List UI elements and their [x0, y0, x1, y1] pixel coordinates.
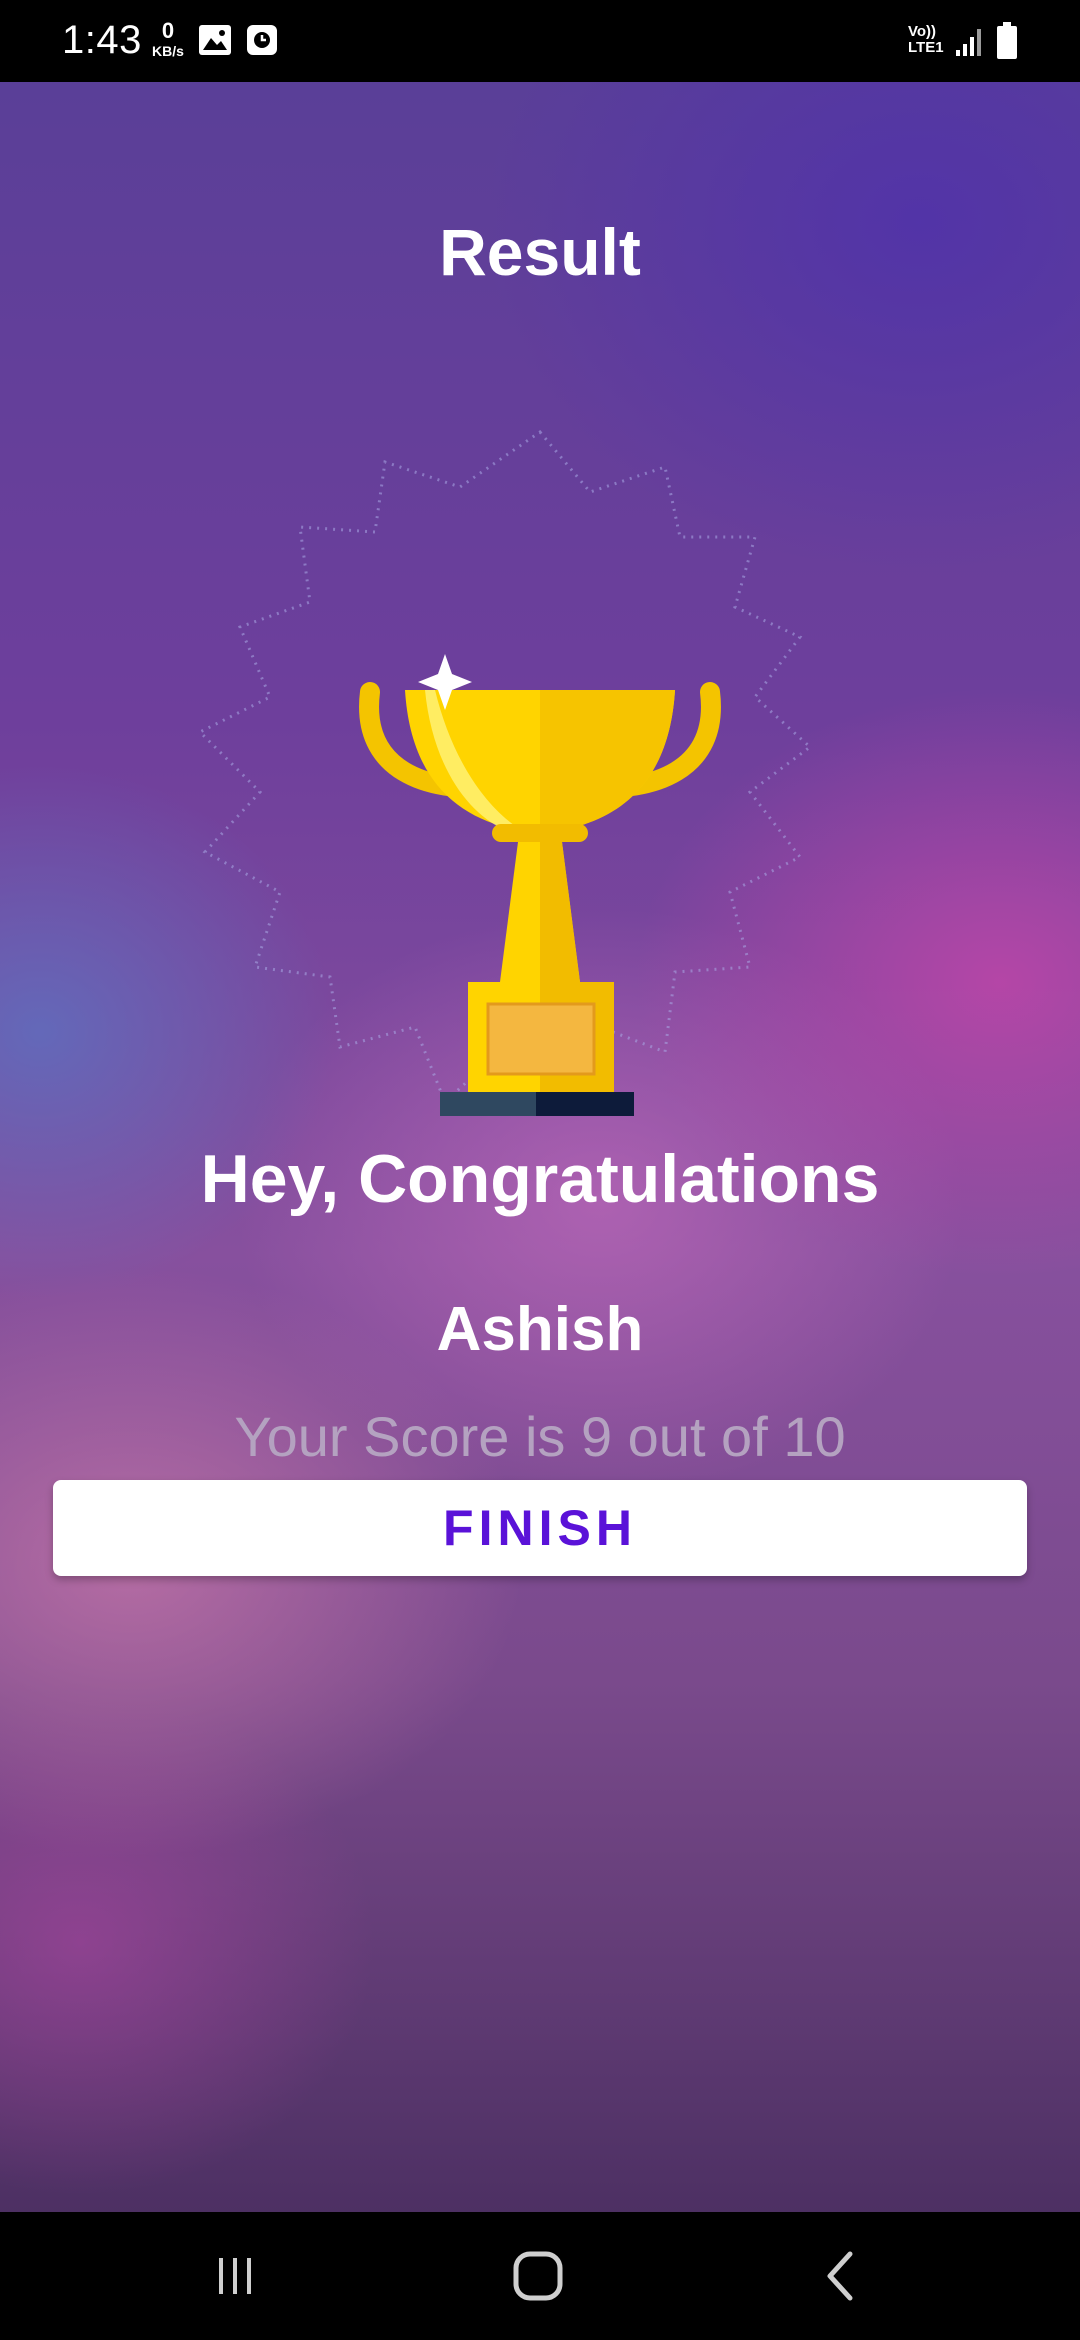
network-speed-value: 0: [161, 18, 175, 43]
recents-icon: [219, 2258, 251, 2294]
network-speed-unit: KB/s: [152, 43, 184, 59]
network-speed: 0 KB/s: [148, 18, 188, 59]
battery-icon: [997, 22, 1017, 59]
result-screen: 1:43 0 KB/s Vo)) LTE1 Result Hey, Congra…: [0, 0, 1080, 2340]
home-icon: [513, 2251, 563, 2301]
user-name: Ashish: [436, 1295, 644, 1364]
network-type-label: Vo)) LTE1: [908, 24, 944, 56]
finish-button[interactable]: FINISH: [53, 1480, 1027, 1576]
volte-label: Vo)): [908, 23, 937, 40]
status-bar: 1:43 0 KB/s Vo)) LTE1: [0, 0, 1080, 82]
navigation-bar: [0, 2212, 1080, 2340]
score-text: Your Score is 9 out of 10: [234, 1405, 846, 1468]
clock-icon: [247, 25, 277, 55]
gallery-icon: [199, 25, 231, 55]
home-button[interactable]: [438, 2212, 638, 2340]
back-button[interactable]: [740, 2212, 940, 2340]
lte-label: LTE1: [908, 38, 944, 56]
app-content: Result Hey, Congratulations Ashish Your …: [0, 82, 1080, 2212]
finish-button-label: FINISH: [443, 1500, 637, 1556]
page-title: Result: [439, 215, 641, 289]
signal-icon: [956, 29, 981, 56]
trophy-icon: [359, 654, 721, 1116]
back-icon: [827, 2251, 853, 2301]
recents-button[interactable]: [135, 2212, 335, 2340]
status-time: 1:43: [62, 18, 142, 62]
congratulations-text: Hey, Congratulations: [200, 1141, 880, 1217]
